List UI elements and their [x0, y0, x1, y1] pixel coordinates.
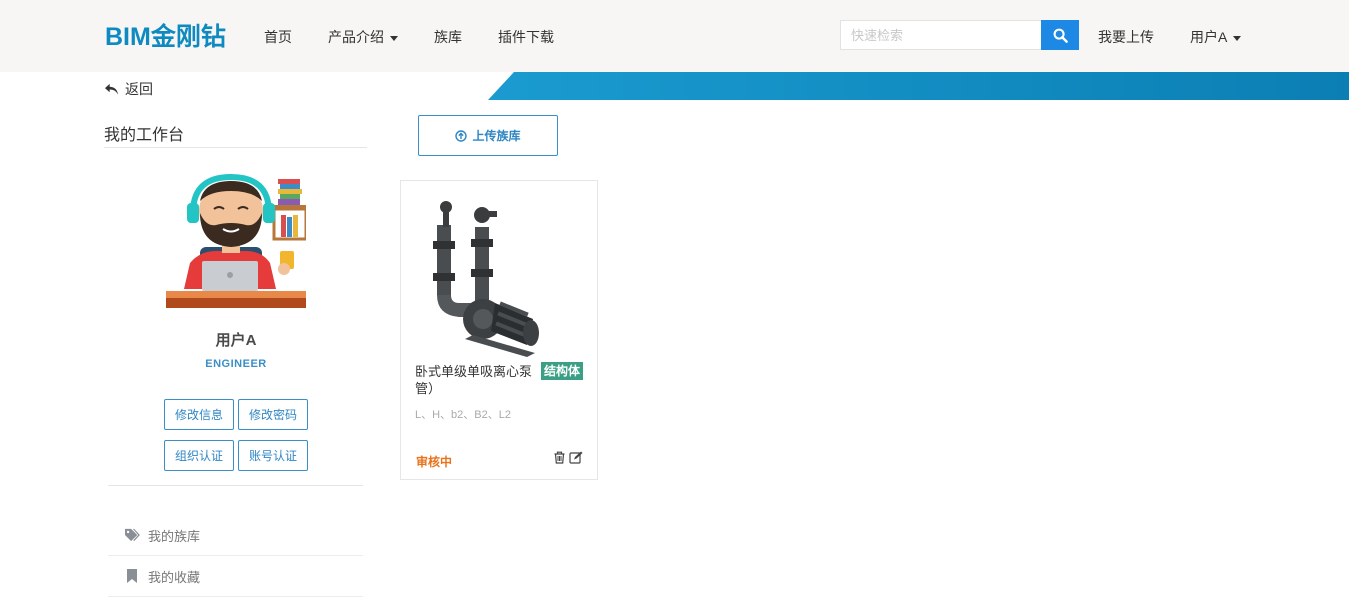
category-tag: 结构体: [541, 362, 584, 380]
family-parameters: L、H、b2、B2、L2: [415, 409, 511, 421]
upload-circle-icon: [455, 129, 468, 142]
workbench-title: 我的工作台: [104, 127, 185, 144]
sidebar-item-my-family-library[interactable]: 我的族库: [108, 515, 363, 556]
card-actions: [553, 451, 583, 464]
tags-icon: [125, 528, 140, 542]
family-card[interactable]: 卧式单级单吸离心泵（带接管） 结构体 L、H、b2、B2、L2 审核中: [400, 180, 598, 480]
upload-family-button[interactable]: 上传族库: [418, 115, 558, 156]
delete-button[interactable]: [553, 451, 566, 464]
user-avatar[interactable]: [166, 171, 308, 308]
search-button[interactable]: [1041, 20, 1079, 50]
family-thumbnail[interactable]: [415, 195, 585, 361]
nav-user-label: 用户A: [1190, 29, 1228, 45]
org-verify-button[interactable]: 组织认证: [164, 440, 234, 471]
bookmark-icon: [127, 569, 137, 583]
status-badge: 审核中: [416, 455, 453, 469]
edit-info-button[interactable]: 修改信息: [164, 399, 234, 430]
nav-products-dropdown[interactable]: 产品介绍: [328, 27, 398, 47]
nav-family-library[interactable]: 族库: [434, 27, 462, 47]
brand-logo[interactable]: BIM金刚钻: [105, 17, 226, 53]
change-password-button[interactable]: 修改密码: [238, 399, 308, 430]
sidebar-item-label: 我的收藏: [148, 569, 201, 585]
divider: [104, 147, 367, 148]
user-name: 用户A: [215, 332, 257, 349]
nav-home[interactable]: 首页: [264, 27, 292, 47]
upload-family-label: 上传族库: [472, 129, 521, 143]
user-role: ENGINEER: [205, 358, 267, 370]
trash-icon: [554, 451, 565, 464]
nav-products-label: 产品介绍: [328, 29, 384, 45]
search-icon: [1053, 28, 1068, 43]
nav-plugin-download[interactable]: 插件下载: [498, 27, 554, 47]
search-input[interactable]: [840, 20, 1042, 50]
caret-down-icon: [1233, 35, 1242, 41]
caret-down-icon: [390, 35, 398, 41]
account-verify-button[interactable]: 账号认证: [238, 440, 308, 471]
edit-button[interactable]: [569, 451, 583, 464]
nav-user-dropdown[interactable]: 用户A: [1190, 27, 1242, 47]
sidebar-item-my-favorites[interactable]: 我的收藏: [108, 556, 363, 597]
back-link[interactable]: 返回: [104, 79, 153, 99]
header-banner-strip: [488, 72, 1349, 100]
avatar-illustration: [166, 173, 308, 308]
edit-icon: [569, 451, 583, 464]
top-navbar: BIM金刚钻 首页 产品介绍 族库 插件下载 我要上传 用户A: [0, 0, 1349, 72]
back-label: 返回: [125, 81, 153, 97]
nav-upload[interactable]: 我要上传: [1098, 27, 1154, 47]
pump-model-image: [433, 201, 539, 357]
divider: [108, 485, 363, 486]
reply-arrow-icon: [105, 83, 118, 95]
sidebar-item-label: 我的族库: [148, 528, 201, 544]
